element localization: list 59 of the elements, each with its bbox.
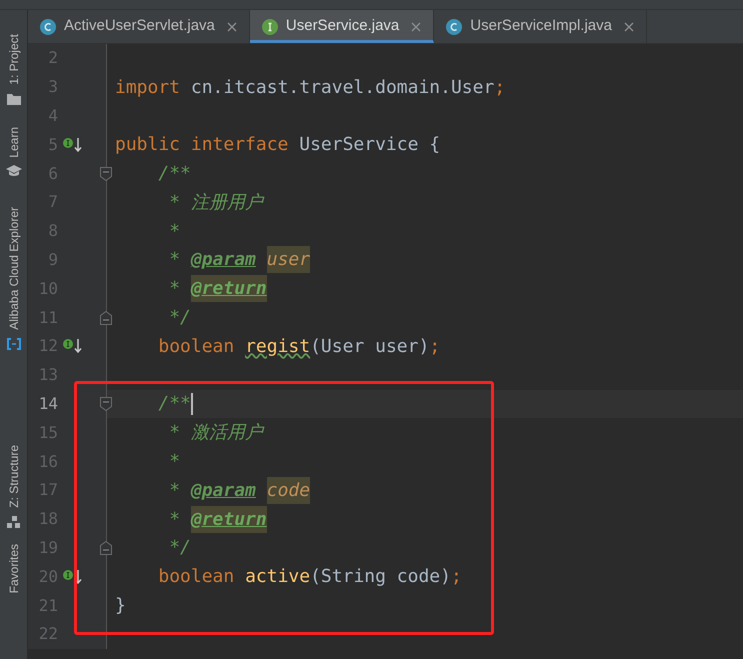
- close-icon[interactable]: [411, 22, 422, 32]
- doc-tag: @return: [190, 506, 267, 533]
- code-text: (String code): [310, 565, 451, 590]
- code-keyword: boolean: [158, 565, 234, 590]
- code-text: UserService {: [299, 133, 440, 158]
- fold-icon[interactable]: [100, 396, 112, 411]
- method-name: regist: [245, 334, 310, 359]
- code-keyword: ;: [494, 76, 506, 100]
- text-cursor: [190, 392, 193, 415]
- code-comment: *: [169, 508, 180, 532]
- code-comment: * 激活用户: [169, 421, 263, 446]
- code-keyword: ;: [450, 565, 462, 590]
- tool-window-button[interactable]: Favorites: [6, 544, 22, 594]
- fold-icon[interactable]: [100, 166, 112, 181]
- code-comment: *: [169, 277, 180, 302]
- interface-icon: [262, 18, 278, 34]
- fold-icon[interactable]: [100, 310, 112, 325]
- doc-tag: @param: [190, 246, 256, 274]
- code-keyword: public interface: [115, 133, 288, 158]
- code-comment: *: [169, 248, 180, 272]
- tool-window-button[interactable]: Z: Structure: [6, 445, 22, 508]
- code-keyword: boolean: [158, 334, 234, 359]
- graduation-cap-icon: [6, 165, 22, 178]
- code-comment: */: [169, 536, 191, 560]
- tool-window-button[interactable]: Alibaba Cloud Explorer: [6, 207, 22, 330]
- line-number: 14: [38, 392, 58, 415]
- code-text: (User user): [310, 334, 430, 359]
- code-comment: *: [169, 220, 180, 244]
- code-comment: * 注册用户: [169, 190, 263, 215]
- code-comment: *: [169, 478, 180, 503]
- code-comment: */: [169, 306, 191, 330]
- editor-tab[interactable]: UserService.java: [250, 10, 434, 43]
- close-icon[interactable]: [624, 22, 634, 32]
- code-comment: *: [169, 450, 180, 474]
- editor-tab[interactable]: ActiveUserServlet.java: [28, 10, 250, 43]
- code-keyword: ;: [429, 334, 440, 359]
- code-text: cn.itcast.travel.domain.User: [190, 76, 494, 100]
- doc-tag: @return: [190, 275, 267, 302]
- doc-param-name: user: [266, 246, 310, 274]
- code-keyword: import: [115, 76, 180, 100]
- editor-tab[interactable]: UserServiceImpl.java: [434, 10, 647, 43]
- implemented-marker-icon[interactable]: [63, 338, 83, 354]
- bracket-logo-icon: [6, 338, 22, 350]
- fold-icon[interactable]: [100, 540, 112, 555]
- tool-window-button[interactable]: 1: Project: [6, 34, 22, 85]
- code-comment: /**: [158, 392, 191, 416]
- doc-tag: @param: [190, 476, 256, 504]
- close-icon[interactable]: [226, 22, 237, 32]
- implemented-marker-icon[interactable]: [63, 568, 83, 585]
- structure-icon: [6, 516, 20, 528]
- class-icon: [446, 18, 462, 34]
- tool-window-button[interactable]: Learn: [6, 126, 22, 158]
- class-icon: [40, 18, 56, 34]
- doc-param-name: code: [266, 476, 310, 504]
- implemented-marker-icon[interactable]: [63, 136, 83, 153]
- code-comment: /**: [158, 162, 191, 186]
- folder-icon: [6, 92, 20, 105]
- method-name: active: [245, 565, 310, 590]
- code-text: }: [115, 594, 126, 618]
